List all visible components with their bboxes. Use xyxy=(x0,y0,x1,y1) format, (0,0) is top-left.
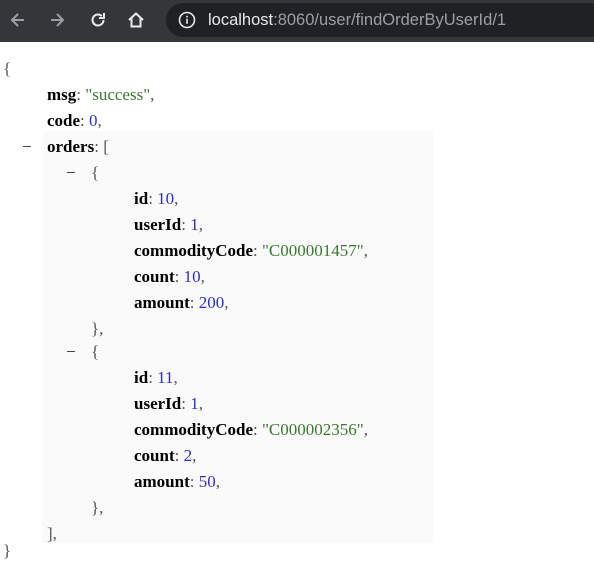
order-2-id-value: 11 xyxy=(157,368,174,387)
url-text[interactable]: localhost:8060/user/findOrderByUserId/1 xyxy=(208,3,506,37)
msg-key: msg xyxy=(47,85,77,104)
orders-close-bracket: ], xyxy=(47,524,57,543)
msg-value: "success" xyxy=(85,85,151,104)
address-bar[interactable]: localhost:8060/user/findOrderByUserId/1 xyxy=(166,3,594,37)
order-1-id-value: 10 xyxy=(157,189,175,208)
order-2-count-key: count xyxy=(134,446,175,465)
code-key: code xyxy=(47,111,81,130)
order-1-id-key: id xyxy=(134,189,149,208)
order-2-count-value: 2 xyxy=(183,446,193,465)
order-2-collapse-toggle[interactable]: − xyxy=(66,339,76,365)
order-2-id-line: id: 11, xyxy=(134,368,178,387)
order-1-commoditycode-line: commodityCode: "C000001457", xyxy=(134,241,368,260)
code-value: 0 xyxy=(89,111,98,130)
code-line: code: 0, xyxy=(47,111,102,130)
order-2-amount-line: amount: 50, xyxy=(134,472,220,491)
url-path: :8060/user/findOrderByUserId/1 xyxy=(273,11,507,29)
order-1-commoditycode-key: commodityCode xyxy=(134,241,253,260)
order-2-amount-key: amount xyxy=(134,472,190,491)
json-viewer: { msg: "success", code: 0, − orders: [ −… xyxy=(0,42,594,565)
order-1-amount-key: amount xyxy=(134,293,190,312)
order-2-count-line: count: 2, xyxy=(134,446,197,465)
order-2-userid-key: userId xyxy=(134,394,182,413)
msg-line: msg: "success", xyxy=(47,85,155,104)
orders-key: orders xyxy=(47,137,95,156)
order-1-commoditycode-value: "C000001457" xyxy=(261,241,364,260)
order-1-userid-line: userId: 1, xyxy=(134,215,203,234)
root-close-brace: } xyxy=(3,541,12,560)
order-2-commoditycode-line: commodityCode: "C000002356", xyxy=(134,420,368,439)
back-arrow-icon[interactable] xyxy=(4,6,32,34)
orders-open-bracket: [ xyxy=(103,137,109,156)
order-1-count-line: count: 10, xyxy=(134,267,205,286)
order-2-commoditycode-key: commodityCode xyxy=(134,420,253,439)
order-1-collapse-toggle[interactable]: − xyxy=(66,160,76,186)
order-1-id-line: id: 10, xyxy=(134,189,179,208)
order-1-amount-value: 200 xyxy=(198,293,225,312)
order-2-open-brace: { xyxy=(91,342,100,361)
order-2-userid-value: 1 xyxy=(190,394,199,413)
browser-toolbar: localhost:8060/user/findOrderByUserId/1 xyxy=(0,0,594,42)
order-2-close-brace: }, xyxy=(91,498,104,517)
order-1-amount-line: amount: 200, xyxy=(134,293,229,312)
order-1-userid-value: 1 xyxy=(190,215,199,234)
orders-collapse-toggle[interactable]: − xyxy=(22,134,32,160)
order-2-commoditycode-value: "C000002356" xyxy=(261,420,364,439)
order-1-open-brace: { xyxy=(91,163,100,182)
reload-icon[interactable] xyxy=(84,6,112,34)
info-icon[interactable] xyxy=(178,11,196,29)
orders-line: orders: [ xyxy=(47,137,109,156)
url-host: localhost xyxy=(208,11,274,29)
order-1-userid-key: userId xyxy=(134,215,182,234)
order-1-count-value: 10 xyxy=(183,267,201,286)
forward-arrow-icon[interactable] xyxy=(43,6,71,34)
root-open-brace: { xyxy=(3,59,12,78)
home-icon[interactable] xyxy=(122,6,150,34)
order-2-userid-line: userId: 1, xyxy=(134,394,203,413)
order-2-amount-value: 50 xyxy=(198,472,216,491)
order-1-count-key: count xyxy=(134,267,175,286)
order-2-id-key: id xyxy=(134,368,149,387)
